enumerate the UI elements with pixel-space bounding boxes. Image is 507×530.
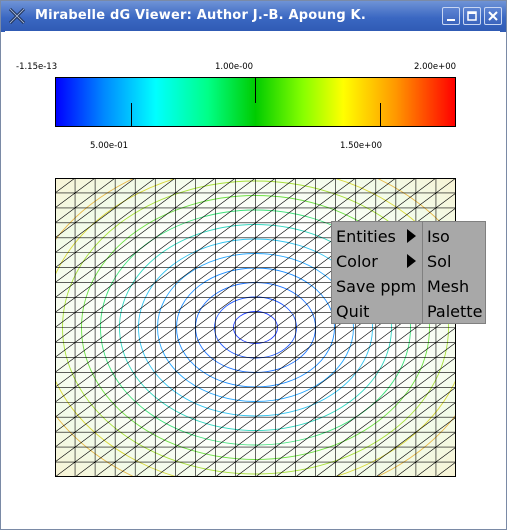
minimize-button[interactable] bbox=[442, 7, 460, 25]
menu-item-quit-label: Quit bbox=[336, 302, 370, 321]
menu-item-color[interactable]: Color bbox=[332, 249, 422, 274]
submenu-item-palette[interactable]: Palette bbox=[423, 299, 485, 324]
menu-item-entities[interactable]: Entities bbox=[332, 224, 422, 249]
submenu-item-sol[interactable]: Sol bbox=[423, 249, 485, 274]
close-button[interactable] bbox=[484, 7, 502, 25]
submenu-item-mesh[interactable]: Mesh bbox=[423, 274, 485, 299]
colorbar-min-label: -1.15e-13 bbox=[16, 62, 58, 72]
entities-submenu: Iso Sol Mesh Palette bbox=[422, 221, 486, 324]
close-icon bbox=[488, 11, 498, 21]
colorbar bbox=[55, 77, 456, 127]
submenu-arrow-icon bbox=[407, 254, 416, 268]
menu-item-save-ppm-label: Save ppm bbox=[336, 277, 417, 296]
app-x-icon[interactable] bbox=[8, 7, 26, 25]
menu-item-entities-label: Entities bbox=[336, 227, 396, 246]
maximize-button[interactable] bbox=[463, 7, 481, 25]
context-menu: Entities Color Save ppm Quit bbox=[331, 221, 423, 324]
menu-item-color-label: Color bbox=[336, 252, 378, 271]
submenu-item-iso[interactable]: Iso bbox=[423, 224, 485, 249]
menu-item-save-ppm[interactable]: Save ppm bbox=[332, 274, 422, 299]
window-title: Mirabelle dG Viewer: Author J.-B. Apoung… bbox=[35, 8, 366, 23]
title-bar[interactable]: Mirabelle dG Viewer: Author J.-B. Apoung… bbox=[1, 1, 506, 32]
colorbar-mid-label: 1.00e-00 bbox=[215, 62, 254, 72]
submenu-arrow-icon bbox=[407, 229, 416, 243]
colorbar-three-quarter-tick bbox=[380, 103, 381, 127]
colorbar-quarter-tick bbox=[131, 103, 132, 127]
colorbar-max-label: 2.00e+00 bbox=[414, 62, 457, 72]
menu-item-quit[interactable]: Quit bbox=[332, 299, 422, 324]
maximize-icon bbox=[467, 11, 477, 21]
colorbar-low-label: 5.00e-01 bbox=[90, 141, 129, 151]
colorbar-mid-tick bbox=[255, 78, 256, 103]
colorbar-high-label: 1.50e+00 bbox=[340, 141, 383, 151]
minimize-icon bbox=[447, 19, 455, 21]
